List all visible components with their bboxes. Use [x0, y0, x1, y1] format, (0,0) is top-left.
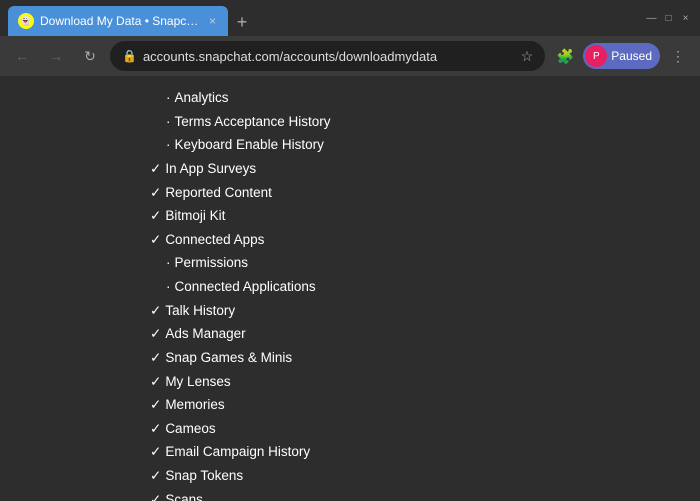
avatar: P	[585, 45, 607, 67]
bullet-icon: ·	[166, 114, 171, 129]
tab-close-button[interactable]: ×	[207, 12, 218, 30]
bullet-icon: ·	[166, 137, 171, 152]
item-label: Cameos	[165, 417, 215, 441]
url-text: accounts.snapchat.com/accounts/downloadm…	[143, 49, 515, 64]
list-item: ✓Reported Content	[150, 181, 550, 205]
sub-item-label: Connected Applications	[175, 279, 316, 294]
extensions-button[interactable]: 🧩	[551, 42, 579, 70]
tab-favicon: 👻	[18, 13, 34, 29]
profile-badge[interactable]: P Paused	[583, 43, 660, 69]
checklist: · Analytics · Terms Acceptance History · Keyb…	[150, 86, 550, 501]
checkmark-icon: ✓	[150, 440, 161, 464]
bookmark-icon[interactable]: ☆	[521, 48, 534, 65]
item-label: Talk History	[165, 299, 235, 323]
close-button[interactable]: ×	[679, 12, 692, 25]
checkmark-icon: ✓	[150, 157, 161, 181]
list-item: · Keyboard Enable History	[150, 133, 550, 157]
bullet-icon: ·	[166, 90, 171, 105]
bullet-icon: ·	[166, 279, 171, 294]
list-item: · Permissions	[150, 251, 550, 275]
checkmark-icon: ✓	[150, 299, 161, 323]
toolbar-right: 🧩 P Paused ⋮	[551, 42, 692, 70]
list-item: ✓Email Campaign History	[150, 440, 550, 464]
sub-item-label: Analytics	[175, 90, 229, 105]
list-item: · Analytics	[150, 86, 550, 110]
list-item: ✓Cameos	[150, 417, 550, 441]
item-label: Memories	[165, 393, 224, 417]
checkmark-icon: ✓	[150, 228, 161, 252]
item-label: Bitmoji Kit	[165, 204, 225, 228]
profile-label: Paused	[611, 49, 652, 63]
item-label: In App Surveys	[165, 157, 256, 181]
list-item: ✓Snap Tokens	[150, 464, 550, 488]
checkmark-icon: ✓	[150, 464, 161, 488]
forward-button[interactable]: →	[42, 42, 70, 70]
url-bar[interactable]: 🔒 accounts.snapchat.com/accounts/downloa…	[110, 41, 545, 71]
title-bar: 👻 Download My Data • Snapchat × + — □ ×	[0, 0, 700, 36]
new-tab-button[interactable]: +	[228, 8, 256, 36]
checkmark-icon: ✓	[150, 370, 161, 394]
checkmark-icon: ✓	[150, 322, 161, 346]
tab-title: Download My Data • Snapchat	[40, 14, 201, 28]
list-item: ✓Talk History	[150, 299, 550, 323]
item-label: My Lenses	[165, 370, 230, 394]
sub-item-label: Terms Acceptance History	[175, 114, 331, 129]
item-label: Reported Content	[165, 181, 272, 205]
list-item: ✓Bitmoji Kit	[150, 204, 550, 228]
list-item: ✓Memories	[150, 393, 550, 417]
minimize-button[interactable]: —	[645, 12, 658, 25]
refresh-button[interactable]: ↻	[76, 42, 104, 70]
item-label: Scans	[165, 488, 203, 501]
item-label: Email Campaign History	[165, 440, 310, 464]
item-label: Snap Games & Minis	[165, 346, 292, 370]
list-item: ✓Snap Games & Minis	[150, 346, 550, 370]
list-item: · Terms Acceptance History	[150, 110, 550, 134]
checkmark-icon: ✓	[150, 417, 161, 441]
sub-item-label: Permissions	[175, 255, 249, 270]
checkmark-icon: ✓	[150, 393, 161, 417]
address-bar: ← → ↻ 🔒 accounts.snapchat.com/accounts/d…	[0, 36, 700, 76]
checkmark-icon: ✓	[150, 488, 161, 501]
back-button[interactable]: ←	[8, 42, 36, 70]
item-label: Connected Apps	[165, 228, 264, 252]
item-label: Snap Tokens	[165, 464, 243, 488]
checkmark-icon: ✓	[150, 204, 161, 228]
page-content: · Analytics · Terms Acceptance History · Keyb…	[0, 76, 700, 501]
list-item: · Connected Applications	[150, 275, 550, 299]
bullet-icon: ·	[166, 255, 171, 270]
lock-icon: 🔒	[122, 49, 137, 63]
tab-area: 👻 Download My Data • Snapchat × +	[8, 0, 633, 36]
list-item: ✓Connected Apps	[150, 228, 550, 252]
window-controls: — □ ×	[645, 12, 692, 25]
checkmark-icon: ✓	[150, 346, 161, 370]
active-tab[interactable]: 👻 Download My Data • Snapchat ×	[8, 6, 228, 36]
item-label: Ads Manager	[165, 322, 245, 346]
checkmark-icon: ✓	[150, 181, 161, 205]
menu-button[interactable]: ⋮	[664, 42, 692, 70]
browser-chrome: 👻 Download My Data • Snapchat × + — □ × …	[0, 0, 700, 76]
list-item: ✓In App Surveys	[150, 157, 550, 181]
maximize-button[interactable]: □	[662, 12, 675, 25]
sub-item-label: Keyboard Enable History	[175, 137, 324, 152]
list-item: ✓Ads Manager	[150, 322, 550, 346]
list-item: ✓ Scans	[150, 488, 550, 501]
list-item: ✓My Lenses	[150, 370, 550, 394]
